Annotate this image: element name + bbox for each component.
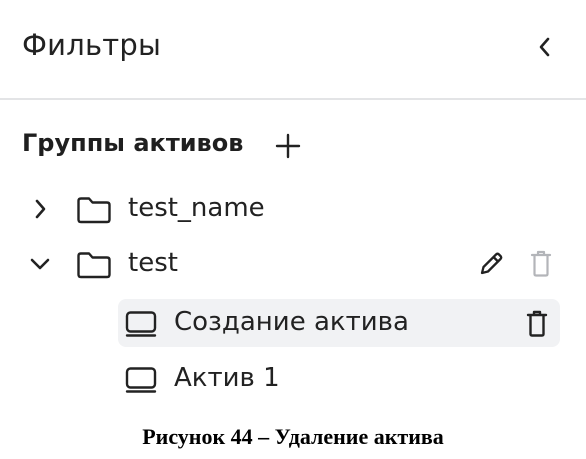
asset-row-asset-1[interactable]: Актив 1 bbox=[118, 355, 560, 403]
panel-header: Фильтры bbox=[0, 0, 586, 99]
group-row-test-name[interactable]: test_name bbox=[20, 186, 560, 232]
add-group-button[interactable] bbox=[272, 130, 304, 162]
monitor-icon bbox=[125, 311, 157, 337]
chevron-right-icon bbox=[35, 199, 46, 219]
delete-asset-button[interactable] bbox=[522, 306, 552, 340]
expand-group-button[interactable] bbox=[28, 197, 52, 221]
asset-groups-title: Группы активов bbox=[22, 129, 244, 157]
header-divider bbox=[0, 98, 586, 100]
asset-label: Актив 1 bbox=[174, 363, 280, 393]
trash-icon bbox=[530, 250, 552, 277]
folder-icon bbox=[77, 252, 111, 279]
plus-icon bbox=[275, 133, 301, 159]
pencil-icon bbox=[480, 252, 503, 275]
monitor-icon bbox=[125, 367, 157, 393]
asset-label: Создание актива bbox=[174, 307, 409, 337]
edit-group-button[interactable] bbox=[476, 247, 506, 281]
group-row-test[interactable]: test bbox=[20, 241, 560, 287]
asset-row-create-asset[interactable]: Создание актива bbox=[118, 299, 560, 347]
chevron-down-icon bbox=[30, 258, 50, 270]
delete-group-button[interactable] bbox=[526, 246, 556, 280]
figure-caption: Рисунок 44 – Удаление актива bbox=[142, 424, 444, 449]
group-label: test_name bbox=[128, 193, 265, 223]
filters-panel: Фильтры Группы активов test_name test Со… bbox=[0, 0, 586, 412]
chevron-left-icon bbox=[539, 37, 550, 57]
collapse-group-button[interactable] bbox=[28, 252, 52, 276]
folder-icon bbox=[77, 197, 111, 224]
group-label: test bbox=[128, 248, 178, 278]
collapse-panel-button[interactable] bbox=[530, 32, 560, 62]
trash-icon bbox=[526, 310, 548, 337]
panel-title: Фильтры bbox=[22, 28, 162, 62]
